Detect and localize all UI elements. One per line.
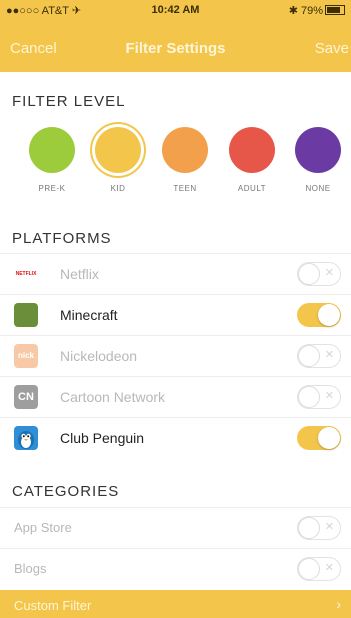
minecraft-toggle[interactable] [297, 303, 341, 327]
battery-status: ✱ 79% [289, 4, 345, 17]
toggle-off-icon: ✕ [324, 390, 334, 402]
platform-name: Club Penguin [60, 430, 145, 446]
toggle-knob [298, 345, 320, 367]
level-teen[interactable]: TEEN [155, 127, 215, 193]
page-title: Filter Settings [125, 40, 226, 57]
filter-level-selector: PRE-K KID TEEN ADULT NONE [0, 127, 351, 211]
category-name: Blogs [14, 561, 47, 576]
toggle-off-icon: ✕ [324, 521, 334, 533]
level-circle-pre-k [29, 127, 75, 173]
level-label: PRE-K [38, 184, 66, 193]
platform-name: Nickelodeon [60, 348, 138, 364]
toggle-knob [298, 386, 320, 408]
app-store-toggle[interactable]: ✕ [297, 516, 341, 540]
nav-bar: Cancel Filter Settings Save [0, 22, 351, 72]
platform-row-nickelodeon: nick Nickelodeon ✕ [0, 335, 351, 376]
level-label: ADULT [237, 184, 267, 193]
netflix-logo-icon: NETFLIX [14, 262, 38, 286]
platform-row-minecraft: Minecraft [0, 294, 351, 335]
platform-row-cartoon-network: CN Cartoon Network ✕ [0, 376, 351, 417]
toggle-knob [318, 427, 340, 449]
level-adult[interactable]: ADULT [222, 127, 282, 193]
blogs-toggle[interactable]: ✕ [297, 557, 341, 581]
category-row-app-store: App Store ✕ [0, 507, 351, 548]
penguin-icon [18, 431, 34, 449]
toggle-knob [298, 517, 320, 539]
nickelodeon-toggle[interactable]: ✕ [297, 344, 341, 368]
toggle-knob [298, 558, 320, 580]
categories-heading: CATEGORIES [12, 483, 120, 500]
level-circle-teen [162, 127, 208, 173]
platforms-heading: PLATFORMS [12, 230, 112, 247]
toggle-off-icon: ✕ [324, 267, 334, 279]
category-row-blogs: Blogs ✕ [0, 548, 351, 589]
settings-content: FILTER LEVEL PRE-K KID TEEN ADULT NONE P… [0, 72, 351, 590]
level-circle-none [295, 127, 341, 173]
level-pre-k[interactable]: PRE-K [22, 127, 82, 193]
chevron-right-icon: › [336, 596, 341, 612]
level-none[interactable]: NONE [288, 127, 348, 193]
club-penguin-logo-icon [14, 426, 38, 450]
nickelodeon-logo-icon: nick [14, 344, 38, 368]
toggle-knob [318, 304, 340, 326]
platform-row-club-penguin: Club Penguin [0, 417, 351, 458]
level-label: TEEN [173, 184, 197, 193]
platform-row-netflix: NETFLIX Netflix ✕ [0, 253, 351, 294]
filter-level-heading: FILTER LEVEL [12, 93, 126, 110]
level-circle-kid [95, 127, 141, 173]
toggle-knob [298, 263, 320, 285]
platform-name: Minecraft [60, 307, 118, 323]
status-bar: ●●○○○ AT&T ✈ 10:42 AM ✱ 79% [0, 0, 351, 22]
cartoon-network-logo-icon: CN [14, 385, 38, 409]
battery-icon [325, 5, 345, 15]
save-button[interactable]: Save [315, 40, 351, 57]
platform-name: Cartoon Network [60, 389, 166, 405]
level-label: KID [110, 184, 126, 193]
level-label: NONE [305, 184, 331, 193]
platform-name: Netflix [60, 266, 99, 282]
custom-filter-label: Custom Filter [14, 598, 92, 613]
minecraft-logo-icon [14, 303, 38, 327]
custom-filter-button[interactable]: Custom Filter › [0, 590, 351, 618]
cartoon-network-toggle[interactable]: ✕ [297, 385, 341, 409]
toggle-off-icon: ✕ [324, 349, 334, 361]
level-kid[interactable]: KID [88, 127, 148, 193]
netflix-toggle[interactable]: ✕ [297, 262, 341, 286]
category-name: App Store [14, 520, 72, 535]
level-circle-adult [229, 127, 275, 173]
battery-text: ✱ 79% [288, 5, 323, 17]
club-penguin-toggle[interactable] [297, 426, 341, 450]
toggle-off-icon: ✕ [324, 562, 334, 574]
